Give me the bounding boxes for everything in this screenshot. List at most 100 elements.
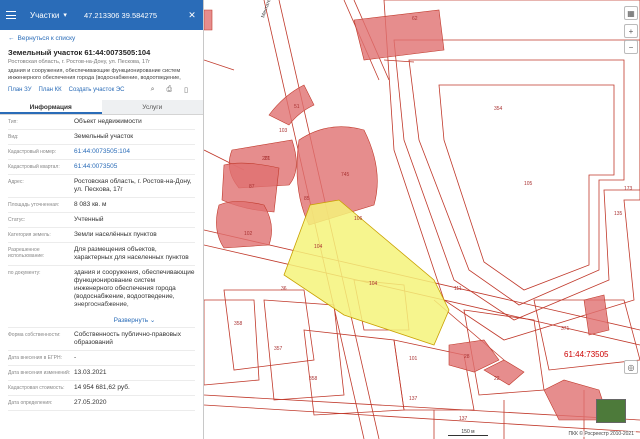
prop-row: Статус: Учтенный bbox=[8, 213, 195, 228]
locate-icon[interactable]: ◎ bbox=[624, 360, 638, 374]
minimap[interactable] bbox=[596, 399, 626, 423]
plan-zu-link[interactable]: План ЗУ bbox=[8, 87, 32, 93]
prop-key: Разрешенное использование: bbox=[8, 247, 45, 259]
parcel-label: 358 bbox=[309, 376, 318, 382]
prop-row: Площадь уточненная: 8 083 кв. м bbox=[8, 198, 195, 213]
zoom-in-button[interactable]: + bbox=[624, 24, 638, 38]
parcel-label: 104 bbox=[369, 281, 378, 287]
cadastral-number-link[interactable]: 61:44:0073505:104 bbox=[74, 145, 195, 159]
parcel-label: 36 bbox=[281, 286, 287, 292]
parcel-label: 22 bbox=[494, 376, 500, 382]
prop-row: Дата внесения изменений: 13.03.2021 bbox=[8, 366, 195, 381]
cadastral-quarter-link[interactable]: 61:44:0073505 bbox=[74, 160, 195, 174]
parcel-label: 357 bbox=[274, 346, 283, 352]
layer-select[interactable]: Участки ▾ bbox=[30, 11, 74, 20]
close-icon[interactable]: ✕ bbox=[187, 10, 197, 21]
expand-button[interactable]: Развернуть ⌄ bbox=[8, 314, 195, 327]
boundary-parcel bbox=[303, 329, 405, 416]
boundary-line bbox=[204, 59, 235, 71]
prop-key: Статус: bbox=[8, 217, 26, 223]
tab-services[interactable]: Услуги bbox=[101, 100, 203, 114]
search-icon[interactable]: ⌕ bbox=[151, 86, 155, 94]
building-shape bbox=[353, 9, 445, 61]
prop-value: Объект недвижимости bbox=[74, 118, 142, 125]
parcel-label: 102 bbox=[244, 231, 253, 237]
bookmark-icon[interactable]: ▯ bbox=[184, 86, 188, 94]
prop-row: Кадастровый квартал: 61:44:0073505 bbox=[8, 160, 195, 175]
prop-value: Собственность публично-правовых образова… bbox=[74, 331, 181, 346]
building-shape bbox=[204, 9, 213, 31]
prop-row: Вид: Земельный участок bbox=[8, 130, 195, 145]
arrow-left-icon: ← bbox=[8, 34, 15, 42]
menu-icon[interactable] bbox=[6, 11, 16, 19]
object-title: Земельный участок 61:44:0073505:104 bbox=[8, 48, 151, 57]
prop-key: Категория земель: bbox=[8, 232, 51, 238]
prop-key: Кадастровая стоимость: bbox=[8, 385, 65, 391]
object-actions: План ЗУ План КК Создать участок ЭС ⌕ ⎙ ▯ bbox=[8, 84, 195, 96]
parcel-label: 137 bbox=[409, 396, 418, 402]
app-root: Участки ▾ ✕ ← Вернуться к списку Земельн… bbox=[0, 0, 640, 439]
prop-row-document-use: по документу: здания и сооружения, обесп… bbox=[8, 266, 195, 328]
search-bar: Участки ▾ ✕ bbox=[0, 0, 203, 30]
parcel-label: 87 bbox=[249, 184, 255, 190]
building-shape bbox=[268, 84, 315, 126]
prop-key: по документу: bbox=[8, 270, 41, 276]
back-to-list-link[interactable]: ← Вернуться к списку bbox=[0, 30, 203, 46]
parcel-label: 354 bbox=[494, 106, 503, 112]
panel-tabs: Информация Услуги bbox=[0, 100, 203, 115]
object-address: Ростовская область, г. Ростов-на-Дону, у… bbox=[8, 59, 151, 65]
cadastral-quarter-label: 61:44:73505 bbox=[564, 350, 609, 359]
back-link-label: Вернуться к списку bbox=[17, 34, 76, 42]
prop-value: - bbox=[74, 354, 77, 361]
prop-value: 8 083 кв. м bbox=[74, 201, 107, 208]
parcel-label: 51 bbox=[294, 104, 300, 110]
prop-value: Ростовская область, г. Ростов-на-Дону, у… bbox=[74, 178, 192, 193]
parcel-label: 101 bbox=[409, 356, 418, 362]
parcel-label: 358 bbox=[234, 321, 243, 327]
parcel-label: 106 bbox=[354, 216, 363, 222]
prop-value: Учтенный bbox=[74, 216, 104, 223]
prop-value: Для размещения объектов, характерных для… bbox=[74, 246, 189, 261]
expand-label: Развернуть bbox=[113, 317, 149, 324]
search-input[interactable] bbox=[84, 10, 187, 20]
prop-value: 13.03.2021 bbox=[74, 369, 107, 376]
cadastral-map[interactable]: 62 103 51 87 201 102 27 745 85 104 104 1… bbox=[204, 0, 640, 439]
parcel-label: 104 bbox=[314, 244, 323, 250]
zoom-out-button[interactable]: − bbox=[624, 40, 638, 54]
tab-info[interactable]: Информация bbox=[0, 100, 102, 114]
chevron-down-icon: ⌄ bbox=[149, 317, 156, 324]
prop-row: Кадастровый номер: 61:44:0073505:104 bbox=[8, 145, 195, 160]
building-shape bbox=[583, 294, 610, 336]
boundary-parcel bbox=[223, 289, 315, 371]
object-description: здания и сооружения, обеспечивающие функ… bbox=[8, 68, 181, 81]
prop-value: 27.05.2020 bbox=[74, 399, 107, 406]
parcel-label: 103 bbox=[279, 128, 288, 134]
plan-kk-link[interactable]: План КК bbox=[39, 87, 62, 93]
parcel-label: 111 bbox=[454, 286, 462, 292]
map-copyright: ПКК © Росреестр 2010-2021 bbox=[566, 431, 636, 437]
layer-select-label: Участки bbox=[30, 10, 60, 20]
print-icon[interactable]: ⎙ bbox=[167, 86, 173, 94]
parcel-label: 85 bbox=[304, 196, 310, 202]
prop-key: Кадастровый номер: bbox=[8, 149, 57, 155]
layers-icon[interactable]: ▦ bbox=[624, 6, 638, 20]
prop-value: Земельный участок bbox=[74, 133, 134, 140]
prop-key: Форма собственности: bbox=[8, 332, 61, 338]
object-header: Земельный участок 61:44:0073505:104 Рост… bbox=[0, 46, 203, 96]
prop-key: Кадастровый квартал: bbox=[8, 164, 60, 170]
parcel-label: 745 bbox=[341, 172, 350, 178]
prop-row: Адрес: Ростовская область, г. Ростов-на-… bbox=[8, 175, 195, 198]
prop-row: Дата определения: 27.05.2020 bbox=[8, 396, 195, 411]
map-canvas[interactable]: 62 103 51 87 201 102 27 745 85 104 104 1… bbox=[204, 0, 640, 439]
prop-value: 14 954 681,62 руб. bbox=[74, 384, 130, 391]
parcel-label: 28 bbox=[464, 354, 470, 360]
create-es-link[interactable]: Создать участок ЭС bbox=[69, 87, 125, 93]
prop-value: Земли населённых пунктов bbox=[74, 231, 157, 238]
prop-key: Адрес: bbox=[8, 179, 24, 185]
chevron-down-icon: ▾ bbox=[63, 12, 67, 19]
boundary-block-inner2 bbox=[408, 59, 625, 306]
prop-value: здания и сооружения, обеспечивающие функ… bbox=[74, 266, 195, 314]
prop-row: Дата внесения в ЕГРН: - bbox=[8, 351, 195, 366]
buildings bbox=[204, 9, 610, 421]
prop-row: Тип: Объект недвижимости bbox=[8, 115, 195, 130]
